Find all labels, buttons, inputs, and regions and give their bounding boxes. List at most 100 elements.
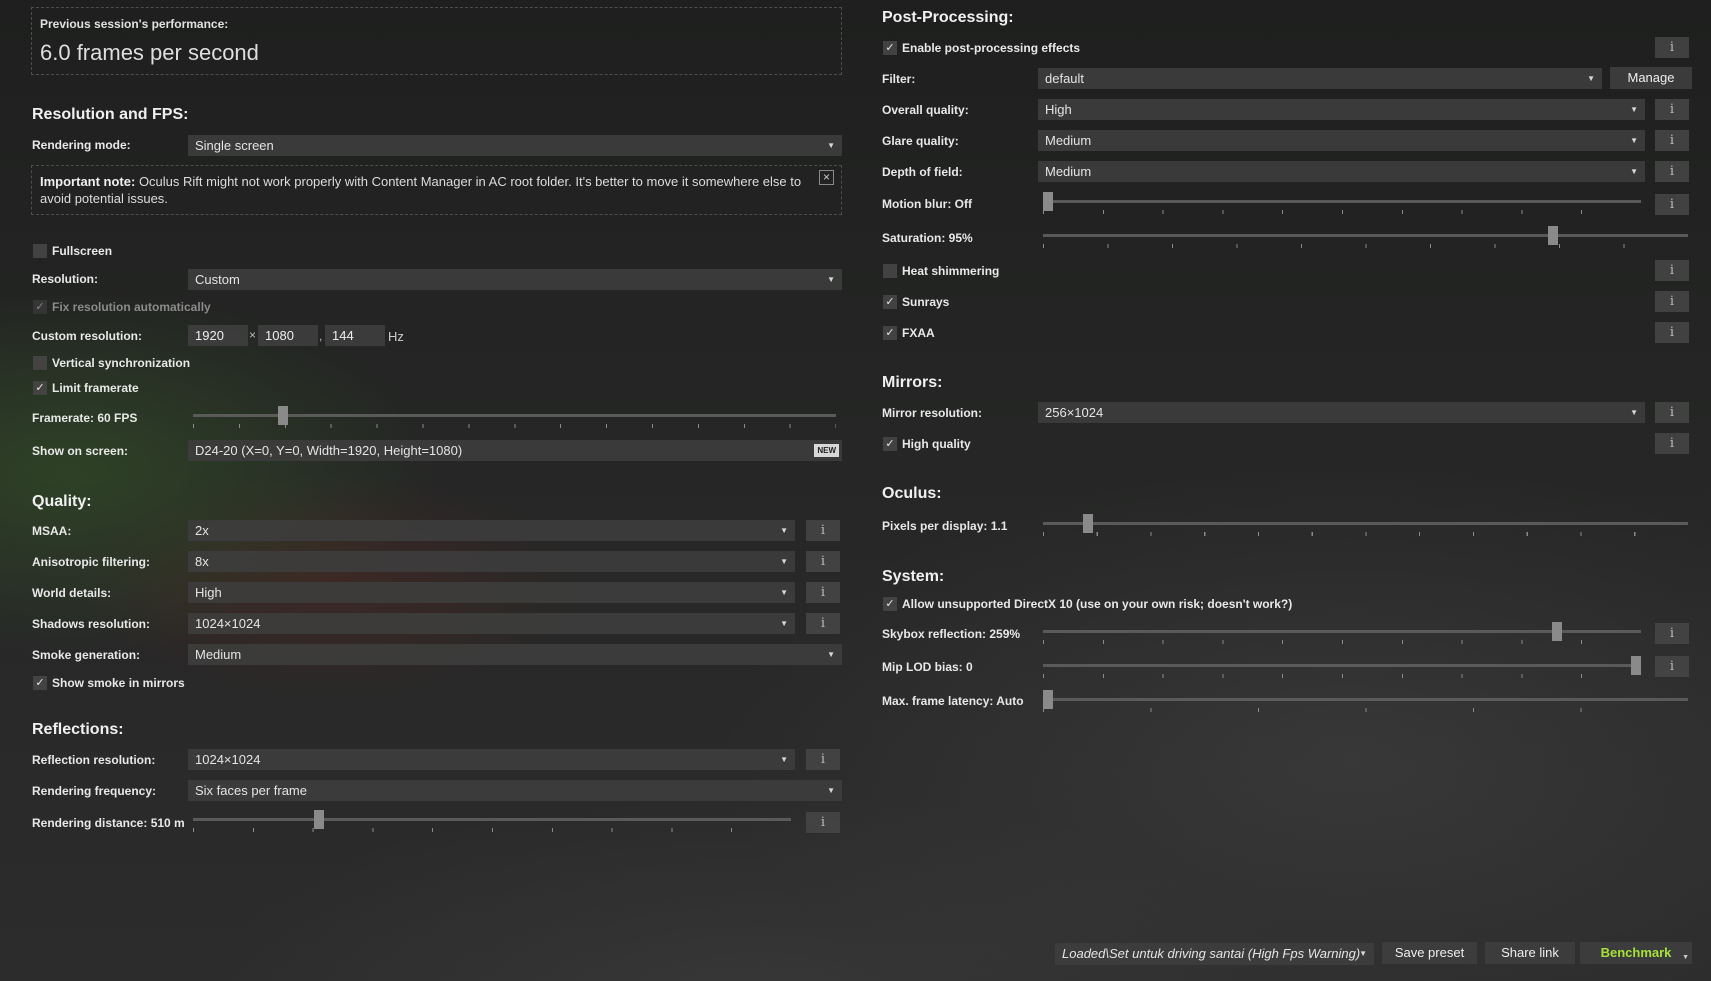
fullscreen-checkbox[interactable] xyxy=(33,244,47,258)
info-icon[interactable]: i xyxy=(1655,291,1689,312)
slider-ticks xyxy=(1043,210,1641,214)
rendering-mode-dropdown[interactable]: Single screen ▼ xyxy=(188,135,842,156)
refresh-rate-input[interactable]: 144 xyxy=(325,325,385,346)
info-icon[interactable]: i xyxy=(1655,656,1689,677)
directx10-checkbox[interactable]: ✓ xyxy=(883,597,897,611)
performance-box: Previous session's performance: 6.0 fram… xyxy=(31,7,842,75)
info-icon[interactable]: i xyxy=(1655,99,1689,120)
heading-mirrors: Mirrors: xyxy=(882,374,943,391)
msaa-dropdown[interactable]: 2x ▼ xyxy=(188,520,795,541)
slider-thumb[interactable] xyxy=(313,810,324,829)
smoke-dropdown[interactable]: Medium ▼ xyxy=(188,644,842,665)
slider-thumb[interactable] xyxy=(278,406,289,425)
info-icon[interactable]: i xyxy=(806,613,840,634)
shadows-dropdown[interactable]: 1024×1024 ▼ xyxy=(188,613,795,634)
show-on-screen-dropdown[interactable]: D24-20 (X=0, Y=0, Width=1920, Height=108… xyxy=(188,440,842,461)
aniso-dropdown[interactable]: 8x ▼ xyxy=(188,551,795,572)
share-link-button[interactable]: Share link xyxy=(1485,942,1575,964)
preset-dropdown[interactable]: Loaded\Set untuk driving santai (High Fp… xyxy=(1055,943,1374,965)
info-icon[interactable]: i xyxy=(806,582,840,603)
info-icon[interactable]: i xyxy=(1655,623,1689,644)
info-icon[interactable]: i xyxy=(806,812,840,833)
benchmark-button[interactable]: Benchmark ▼ xyxy=(1580,942,1692,964)
custom-height-input[interactable]: 1080 xyxy=(258,325,318,346)
fix-resolution-label: Fix resolution automatically xyxy=(52,300,211,314)
info-icon[interactable]: i xyxy=(1655,130,1689,151)
heat-shimmering-checkbox[interactable] xyxy=(883,264,897,278)
saturation-slider[interactable] xyxy=(1043,226,1688,250)
info-icon[interactable]: i xyxy=(1655,260,1689,281)
fix-resolution-checkbox[interactable]: ✓ xyxy=(33,300,47,314)
chevron-down-icon: ▼ xyxy=(1630,105,1638,114)
depth-of-field-label: Depth of field: xyxy=(882,165,963,179)
chevron-down-icon: ▼ xyxy=(827,650,835,659)
resolution-dropdown[interactable]: Custom ▼ xyxy=(188,269,842,290)
performance-title: Previous session's performance: xyxy=(40,17,229,31)
info-icon[interactable]: i xyxy=(1655,433,1689,454)
custom-width-input[interactable]: 1920 xyxy=(188,325,248,346)
slider-ticks xyxy=(1043,708,1688,712)
frame-latency-label: Max. frame latency: Auto xyxy=(882,694,1024,708)
rendering-frequency-value: Six faces per frame xyxy=(195,783,307,798)
fullscreen-label: Fullscreen xyxy=(52,244,113,258)
fxaa-checkbox[interactable]: ✓ xyxy=(883,326,897,340)
mirror-hq-checkbox[interactable]: ✓ xyxy=(883,437,897,451)
mirror-resolution-value: 256×1024 xyxy=(1045,405,1104,420)
slider-track xyxy=(1043,698,1688,701)
info-icon[interactable]: i xyxy=(806,520,840,541)
frame-latency-slider[interactable] xyxy=(1043,690,1688,714)
mip-lod-bias-slider[interactable] xyxy=(1043,656,1641,680)
slider-thumb[interactable] xyxy=(1547,226,1558,245)
enable-post-processing-checkbox[interactable]: ✓ xyxy=(883,41,897,55)
save-preset-button[interactable]: Save preset xyxy=(1382,942,1477,964)
chevron-down-icon: ▼ xyxy=(827,141,835,150)
skybox-reflection-slider[interactable] xyxy=(1043,622,1641,646)
pixels-per-display-slider[interactable] xyxy=(1043,514,1688,538)
motion-blur-slider[interactable] xyxy=(1043,192,1641,216)
slider-thumb[interactable] xyxy=(1043,192,1053,211)
glare-quality-label: Glare quality: xyxy=(882,134,959,148)
vsync-checkbox[interactable] xyxy=(33,356,47,370)
info-icon[interactable]: i xyxy=(806,749,840,770)
filter-label: Filter: xyxy=(882,72,916,86)
slider-ticks xyxy=(193,424,836,428)
glare-quality-dropdown[interactable]: Medium ▼ xyxy=(1038,130,1645,151)
manage-button[interactable]: Manage xyxy=(1610,67,1692,89)
world-details-dropdown[interactable]: High ▼ xyxy=(188,582,795,603)
limit-framerate-checkbox[interactable]: ✓ xyxy=(33,381,47,395)
close-icon[interactable]: × xyxy=(819,170,834,185)
mirror-hq-label: High quality xyxy=(902,437,971,451)
rendering-distance-slider[interactable] xyxy=(193,810,791,834)
shadows-label: Shadows resolution: xyxy=(32,617,151,631)
info-icon[interactable]: i xyxy=(806,551,840,572)
mip-lod-bias-label: Mip LOD bias: 0 xyxy=(882,660,973,674)
info-icon[interactable]: i xyxy=(1655,161,1689,182)
performance-value: 6.0 frames per second xyxy=(40,40,259,65)
sunrays-checkbox[interactable]: ✓ xyxy=(883,295,897,309)
info-icon[interactable]: i xyxy=(1655,322,1689,343)
heading-reflections: Reflections: xyxy=(32,721,124,738)
new-badge: NEW xyxy=(814,444,839,457)
info-icon[interactable]: i xyxy=(1655,37,1689,58)
msaa-label: MSAA: xyxy=(32,524,72,538)
smoke-mirrors-checkbox[interactable]: ✓ xyxy=(33,676,47,690)
mirror-resolution-dropdown[interactable]: 256×1024 ▼ xyxy=(1038,402,1645,423)
custom-resolution-label: Custom resolution: xyxy=(32,329,142,343)
slider-thumb[interactable] xyxy=(1083,514,1094,533)
rendering-frequency-dropdown[interactable]: Six faces per frame ▼ xyxy=(188,780,842,801)
heat-shimmering-label: Heat shimmering xyxy=(902,264,1000,278)
rendering-mode-value: Single screen xyxy=(195,138,274,153)
reflection-resolution-dropdown[interactable]: 1024×1024 ▼ xyxy=(188,749,795,770)
slider-thumb[interactable] xyxy=(1552,622,1563,641)
slider-thumb[interactable] xyxy=(1631,656,1641,675)
overall-quality-dropdown[interactable]: High ▼ xyxy=(1038,99,1645,120)
slider-track xyxy=(1043,664,1641,667)
filter-dropdown[interactable]: default ▼ xyxy=(1038,68,1602,89)
note-bold: Important note: xyxy=(40,174,136,189)
depth-of-field-dropdown[interactable]: Medium ▼ xyxy=(1038,161,1645,182)
slider-thumb[interactable] xyxy=(1043,690,1053,709)
chevron-down-icon: ▼ xyxy=(780,588,788,597)
info-icon[interactable]: i xyxy=(1655,402,1689,423)
framerate-slider[interactable] xyxy=(193,406,836,430)
info-icon[interactable]: i xyxy=(1655,194,1689,215)
